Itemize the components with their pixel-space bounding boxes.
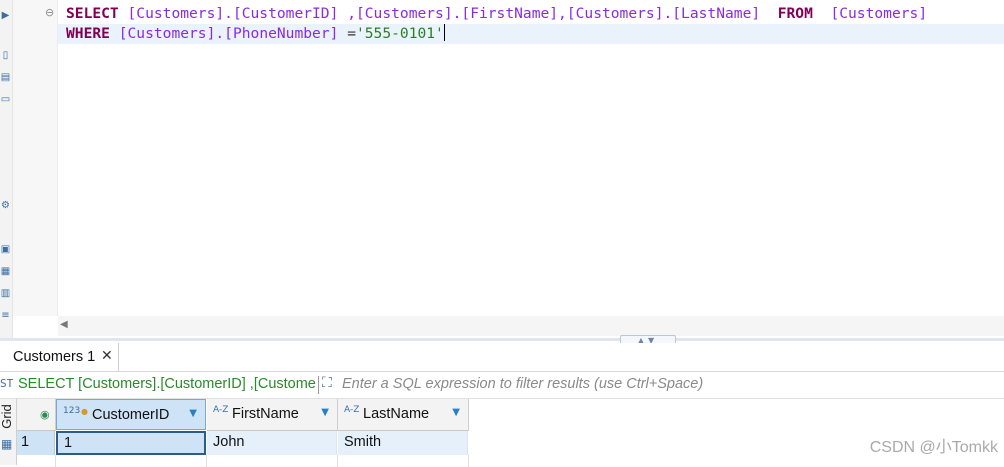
fold-collapse-icon[interactable]: ⊖ — [45, 6, 54, 19]
export-icon[interactable]: ▣ — [0, 244, 11, 256]
scroll-left-arrow-icon[interactable]: ◀ — [60, 319, 68, 330]
format-icon[interactable]: ▥ — [0, 288, 11, 300]
select-all-icon[interactable]: ◉ — [40, 408, 50, 421]
script-icon[interactable]: ▯ — [0, 50, 11, 62]
keyword-where: WHERE — [66, 25, 110, 42]
expand-icon[interactable]: ⛶ — [322, 375, 332, 391]
close-icon[interactable]: ✕ — [101, 348, 113, 364]
column-header-firstname[interactable]: A-Z FirstName ▼ — [207, 399, 338, 431]
cell-lastname[interactable]: Smith — [338, 431, 468, 455]
folder-icon[interactable]: ▭ — [0, 94, 11, 106]
identifier-customer-id: [Customers].[CustomerID] — [127, 5, 339, 22]
numeric-type-icon: 123 — [63, 406, 81, 416]
grid-line — [468, 455, 469, 467]
filter-divider — [318, 376, 319, 394]
grid-view-tab[interactable]: Grid ▦ — [0, 399, 17, 465]
menu-icon[interactable]: ≡ — [0, 310, 11, 322]
watermark: CSDN @小Tomkk — [869, 439, 998, 456]
operator-equals: = — [347, 25, 356, 42]
identifier-name-columns: ,[Customers].[FirstName],[Customers].[La… — [347, 5, 761, 22]
grid-line — [206, 455, 207, 467]
column-header-lastname[interactable]: A-Z LastName ▼ — [338, 399, 469, 431]
editor-side-toolbar: ▶ ▯ ▤ ▭ ⚙ ▣ ▦ ▥ ≡ — [0, 0, 13, 340]
grid-line — [55, 455, 56, 467]
sort-filter-icon[interactable]: ▼ — [189, 408, 197, 419]
column-label: CustomerID — [92, 407, 170, 423]
editor-horizontal-scrollbar[interactable]: ◀ — [58, 316, 1004, 336]
row-number[interactable]: 1 — [17, 431, 55, 455]
cell-customerid[interactable]: 1 — [56, 431, 206, 455]
grid-icon: ▦ — [1, 437, 13, 451]
identifier-table: [Customers] — [830, 5, 928, 22]
results-filter-bar: ST SELECT [Customers].[CustomerID] ,[Cus… — [0, 372, 1004, 399]
text-type-icon: A-Z — [213, 405, 229, 415]
filter-expression-input[interactable] — [342, 376, 942, 392]
sort-filter-icon[interactable]: ▼ — [452, 407, 460, 418]
empty-grid-area — [17, 455, 469, 467]
keyword-select: SELECT — [66, 5, 119, 22]
results-tab-bar: Customers 1 ✕ — [0, 343, 1004, 372]
key-icon: ● — [81, 407, 88, 416]
keyword-from: FROM — [777, 5, 813, 22]
grid-tab-label: Grid — [0, 404, 14, 429]
string-literal: '555-0101' — [355, 25, 444, 42]
sql-editor[interactable]: SELECT [Customers].[CustomerID] ,[Custom… — [58, 0, 1004, 316]
cell-firstname[interactable]: John — [207, 431, 337, 455]
code-line-2-current: WHERE [Customers].[PhoneNumber] ='555-01… — [58, 24, 1004, 44]
column-header-customerid[interactable]: 123 ● CustomerID ▼ — [56, 399, 206, 430]
sql-query-icon: ST — [0, 377, 14, 390]
gear-icon[interactable]: ⚙ — [0, 200, 11, 212]
text-caret — [443, 24, 445, 41]
column-label: FirstName — [232, 406, 299, 422]
tab-customers-1[interactable]: Customers 1 ✕ — [0, 343, 119, 371]
document-icon[interactable]: ▤ — [0, 72, 11, 84]
grid-line — [337, 455, 338, 467]
panel-splitter[interactable] — [0, 338, 1004, 341]
run-statement-icon[interactable]: ▶ — [0, 10, 11, 22]
row-number-header[interactable]: ◉ — [17, 399, 56, 431]
tab-label: Customers 1 — [13, 349, 96, 365]
identifier-phone-number: [Customers].[PhoneNumber] — [118, 25, 339, 42]
text-type-icon: A-Z — [344, 405, 360, 415]
line-gutter — [13, 0, 58, 316]
code-line-1: SELECT [Customers].[CustomerID] ,[Custom… — [66, 4, 927, 24]
sort-filter-icon[interactable]: ▼ — [321, 407, 329, 418]
query-preview[interactable]: SELECT [Customers].[CustomerID] ,[Custom… — [18, 376, 316, 392]
column-label: LastName — [363, 406, 430, 422]
lock-icon[interactable]: ▦ — [0, 266, 11, 278]
